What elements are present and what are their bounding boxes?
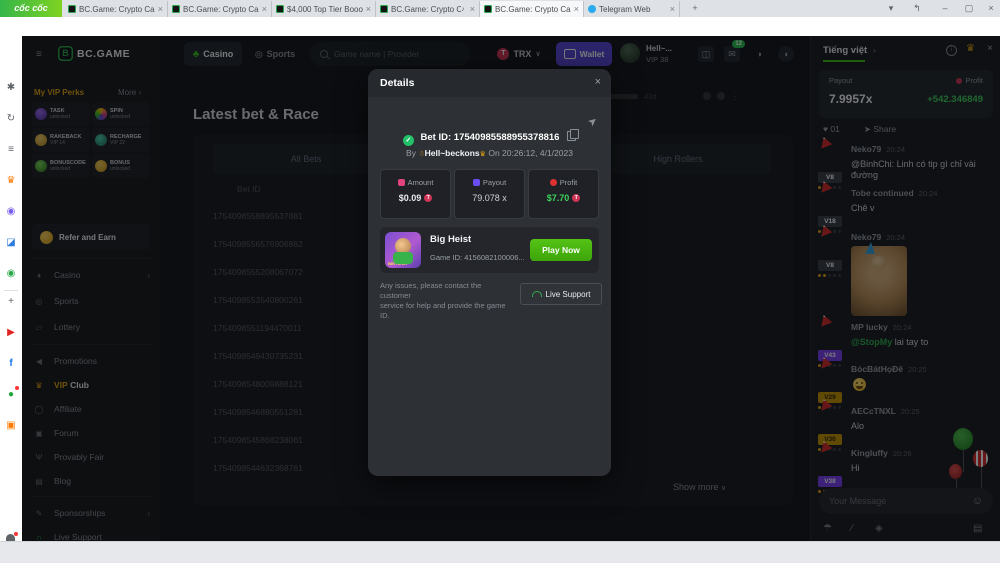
- telegram-favicon: [588, 5, 596, 13]
- browser-address-bar: ← → ↻ bc.game/game/big-heist-by-booongo …: [0, 17, 1000, 51]
- browser-tab-bar: cốc cốc BC.Game: Crypto Casino Gan × BC.…: [0, 0, 1000, 17]
- bet-by-row: By ☃Hell~beckons♛ On 20:26:12, 4/1/2023: [406, 148, 573, 158]
- support-note: Any issues, please contact the customer s…: [380, 281, 506, 320]
- amount-icon: [397, 179, 405, 186]
- copy-bet-id-icon[interactable]: [567, 129, 580, 141]
- payout-icon: [472, 179, 480, 186]
- facebook-icon[interactable]: f: [0, 356, 22, 372]
- tab-close-icon[interactable]: ×: [470, 4, 475, 14]
- add-shortcut-icon[interactable]: +: [0, 294, 22, 310]
- coccoc-brand-logo[interactable]: cốc cốc: [0, 0, 62, 17]
- bet-id-value: 17540985588955378816: [453, 132, 560, 143]
- window-minimize-button[interactable]: –: [934, 0, 956, 17]
- youtube-icon[interactable]: ▶: [0, 325, 22, 341]
- reading-list-icon[interactable]: ≡: [0, 142, 22, 158]
- window-maximize-button[interactable]: ▢: [958, 0, 980, 17]
- player-name[interactable]: Hell~beckons: [425, 148, 480, 158]
- browser-tab[interactable]: Telegram Web ×: [584, 1, 680, 17]
- browser-tab[interactable]: BC.Game: Crypto Casino Gan ×: [64, 1, 168, 17]
- game-card: BIG HEIST Big Heist Game ID: 41560821000…: [380, 227, 599, 273]
- history-icon[interactable]: ↻: [0, 111, 22, 127]
- zalo-notification-dot: [15, 386, 19, 390]
- bcgame-favicon: [172, 5, 180, 13]
- tab-close-icon[interactable]: ×: [262, 4, 267, 14]
- bell-notification-dot: [14, 532, 18, 536]
- zalo-icon[interactable]: ●: [0, 386, 22, 403]
- stat-amount: Amount $0.09 T: [380, 169, 451, 219]
- booongo-favicon: [276, 5, 284, 13]
- headset-icon: [531, 291, 542, 297]
- games-icon[interactable]: ◉: [0, 266, 22, 282]
- screen: cốc cốc BC.Game: Crypto Casino Gan × BC.…: [0, 0, 1000, 563]
- profit-icon: [549, 179, 557, 186]
- stat-payout: Payout 79.078 x: [454, 169, 525, 219]
- window-close-button[interactable]: ×: [980, 0, 1000, 17]
- hot-trends-crown-icon[interactable]: ♛: [0, 173, 22, 189]
- bcgame-favicon: [68, 5, 76, 13]
- new-tab-button[interactable]: +: [684, 0, 706, 17]
- coccoc-feed-icon[interactable]: ◪: [0, 235, 22, 251]
- verified-check-icon: ✓: [402, 135, 414, 146]
- messenger-icon[interactable]: ◉: [0, 204, 22, 220]
- bet-id-row: ✓ Bet ID: 17540985588955378816: [368, 129, 611, 146]
- shopping-icon[interactable]: ▣: [0, 418, 22, 434]
- stat-profit: Profit $7.70 T: [528, 169, 599, 219]
- session-restore-icon[interactable]: ↰: [906, 0, 928, 17]
- crown-deco-icon: ♛: [479, 151, 486, 158]
- bcgame-favicon: [380, 5, 388, 13]
- bet-details-modal: Details × ➤ ✓ Bet ID: 175409855889553788…: [368, 69, 611, 476]
- tab-close-icon[interactable]: ×: [574, 4, 579, 14]
- trx-coin-icon: T: [424, 194, 433, 202]
- browser-tab[interactable]: $4,000 Top Tier Booongo Mu ×: [272, 1, 376, 17]
- share-bet-icon[interactable]: ➤: [585, 114, 600, 129]
- tab-close-icon[interactable]: ×: [670, 4, 675, 14]
- tab-search-icon[interactable]: ▾: [880, 0, 902, 17]
- audio-playing-icon[interactable]: ♪: [461, 6, 465, 13]
- game-id-row: Game ID: 4156082100006...: [430, 249, 544, 262]
- game-name: Big Heist: [430, 234, 472, 245]
- tab-close-icon[interactable]: ×: [366, 4, 371, 14]
- game-id-value: 4156082100006...: [464, 253, 525, 262]
- game-thumbnail[interactable]: BIG HEIST: [385, 232, 421, 268]
- browser-tab[interactable]: BC.Game: Crypto Casino Gan ×: [168, 1, 272, 17]
- play-now-button[interactable]: Play Now: [530, 239, 592, 261]
- browser-tab-active[interactable]: BC.Game: Crypto Casino Gan ×: [480, 1, 584, 17]
- rail-divider: [4, 290, 18, 291]
- browser-tab[interactable]: BC.Game: Crypto Casino ♪ ×: [376, 1, 480, 17]
- modal-title: Details: [380, 77, 415, 89]
- trx-coin-icon: T: [572, 194, 581, 202]
- settings-gear-icon[interactable]: ✱: [0, 80, 22, 96]
- live-support-button[interactable]: Live Support: [520, 283, 602, 305]
- bet-stats-row: Amount $0.09 T Payout 79.078 x Profit $7.…: [380, 169, 599, 219]
- bet-datetime: 20:26:12, 4/1/2023: [502, 148, 573, 158]
- modal-header: Details ×: [368, 69, 611, 97]
- modal-close-icon[interactable]: ×: [595, 76, 601, 88]
- tab-close-icon[interactable]: ×: [158, 4, 163, 14]
- bcgame-favicon: [484, 5, 492, 13]
- windows-taskbar: ∧ ◁) ENG 8:26 CH04/01/2023: [0, 541, 1000, 563]
- browser-side-rail: ✱ ↻ ≡ ♛ ◉ ◪ ◉ + ▶ f ● ▣ …: [0, 36, 23, 563]
